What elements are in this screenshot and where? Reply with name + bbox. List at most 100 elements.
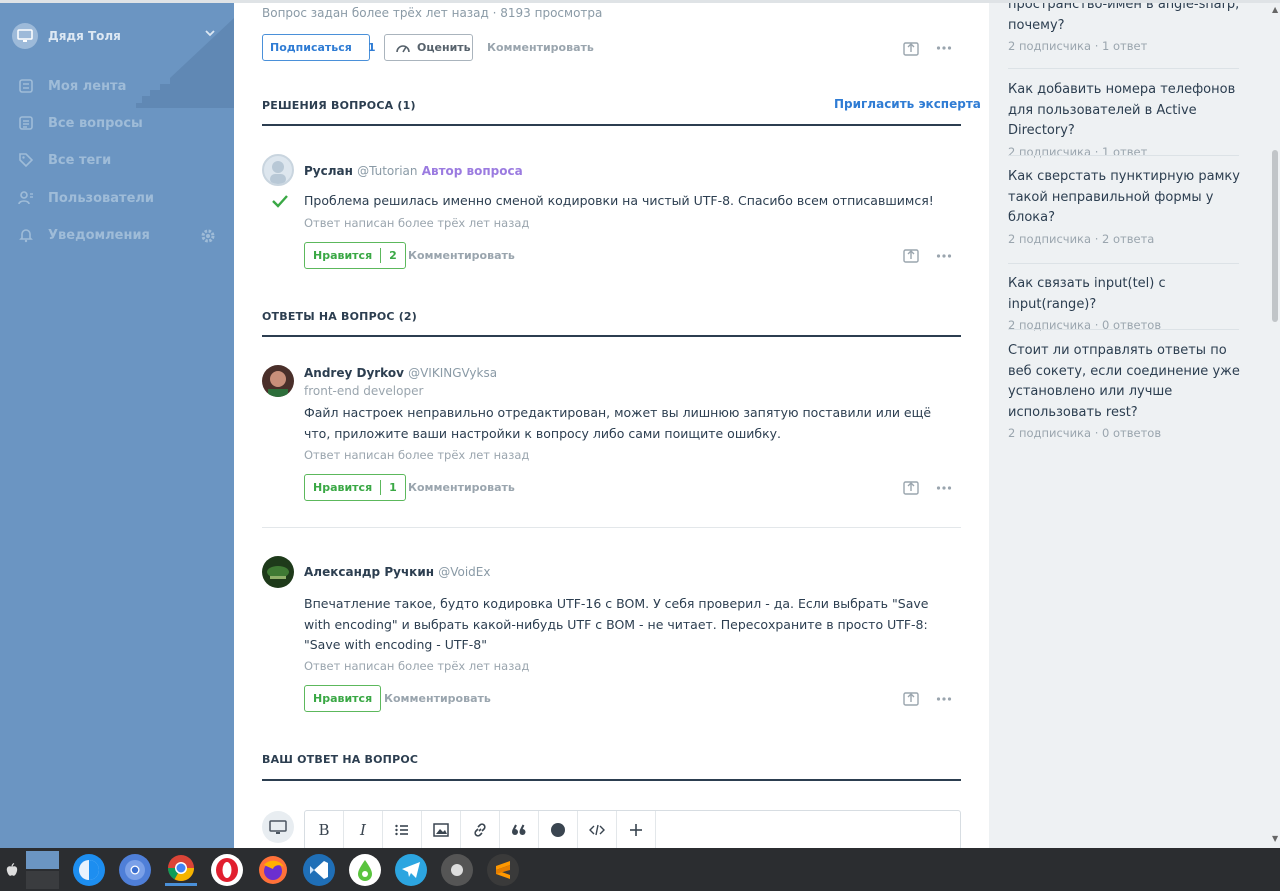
sidebar-item-users[interactable]: Пользователи bbox=[18, 190, 154, 206]
bold-button[interactable]: B bbox=[305, 811, 344, 848]
avatar bbox=[12, 23, 38, 49]
like-button[interactable]: Нравится 2 bbox=[304, 242, 406, 269]
author-name[interactable]: Руслан bbox=[304, 164, 353, 178]
chevron-down-icon[interactable] bbox=[204, 27, 216, 39]
scroll-down-arrow[interactable]: ▼ bbox=[1272, 834, 1278, 843]
code-button[interactable] bbox=[578, 811, 617, 848]
sidebar-item-label: Все вопросы bbox=[48, 115, 143, 131]
editor-toolbar: B I bbox=[304, 810, 961, 848]
author-nick[interactable]: @VoidEx bbox=[438, 565, 490, 579]
answer-time: Ответ написан более трёх лет назад bbox=[304, 659, 530, 673]
code-icon bbox=[589, 824, 605, 836]
apple-icon[interactable] bbox=[6, 862, 18, 877]
more-icon[interactable] bbox=[936, 691, 952, 707]
related-question[interactable]: Как связать input(tel) с input(range)? 2… bbox=[1008, 274, 1248, 332]
divider bbox=[1008, 263, 1239, 264]
app-green-icon[interactable] bbox=[349, 853, 381, 886]
stairs-decoration bbox=[136, 18, 234, 108]
user-name: Дядя Толя bbox=[48, 29, 121, 43]
avatar[interactable] bbox=[262, 365, 294, 397]
comment-link[interactable]: Комментировать bbox=[408, 249, 515, 262]
desktop-switcher-icon[interactable] bbox=[26, 850, 59, 889]
sidebar-item-feed[interactable]: Моя лента bbox=[18, 78, 126, 94]
feed-icon bbox=[19, 79, 33, 93]
section-divider bbox=[262, 124, 961, 126]
italic-button[interactable]: I bbox=[344, 811, 383, 848]
related-question-title[interactable]: пространство-имен в angle-sharp, почему? bbox=[1008, 3, 1248, 36]
comment-link[interactable]: Комментировать bbox=[384, 692, 491, 705]
author-name[interactable]: Andrey Dyrkov bbox=[304, 366, 404, 380]
invite-expert-link[interactable]: Пригласить эксперта bbox=[834, 97, 981, 111]
related-question[interactable]: пространство-имен в angle-sharp, почему?… bbox=[1008, 3, 1248, 53]
answer-author: Александр Ручкин @VoidEx bbox=[304, 565, 490, 579]
solution-time: Ответ написан более трёх лет назад bbox=[304, 216, 530, 230]
finder-icon[interactable] bbox=[73, 853, 105, 886]
answers-title: ОТВЕТЫ НА ВОПРОС (2) bbox=[262, 310, 417, 323]
avatar[interactable] bbox=[262, 154, 294, 186]
share-icon[interactable] bbox=[903, 690, 919, 706]
image-button[interactable] bbox=[422, 811, 461, 848]
rate-button[interactable]: Оценить bbox=[384, 34, 473, 61]
like-button[interactable]: Нравится 1 bbox=[304, 474, 406, 501]
author-nick[interactable]: @Tutorian bbox=[357, 164, 417, 178]
quote-button[interactable] bbox=[500, 811, 539, 848]
comment-question-link[interactable]: Комментировать bbox=[487, 41, 594, 54]
related-question[interactable]: Как добавить номера телефонов для пользо… bbox=[1008, 80, 1248, 159]
vscode-icon[interactable] bbox=[303, 853, 335, 886]
bold-icon: B bbox=[318, 821, 330, 839]
spoiler-button[interactable] bbox=[539, 811, 578, 848]
related-question-title[interactable]: Как связать input(tel) с input(range)? bbox=[1008, 274, 1248, 315]
user-menu[interactable]: Дядя Толя bbox=[12, 23, 121, 49]
gear-icon[interactable] bbox=[200, 228, 216, 244]
author-role: front-end developer bbox=[304, 384, 424, 398]
solution-text: Проблема решилась именно сменой кодировк… bbox=[304, 193, 934, 208]
chrome-icon[interactable] bbox=[165, 854, 197, 886]
opera-icon[interactable] bbox=[211, 853, 243, 886]
desktop-thumb bbox=[26, 850, 59, 869]
chromium-icon[interactable] bbox=[119, 853, 151, 886]
firefox-icon[interactable] bbox=[257, 854, 289, 886]
opera-icon-glyph bbox=[216, 857, 238, 882]
list-button[interactable] bbox=[383, 811, 422, 848]
sidebar-item-questions[interactable]: Все вопросы bbox=[18, 115, 143, 131]
related-question[interactable]: Как сверстать пунктирную рамку такой неп… bbox=[1008, 167, 1248, 246]
plus-icon bbox=[630, 824, 642, 836]
more-icon[interactable] bbox=[936, 248, 952, 264]
related-question-title[interactable]: Стоит ли отправлять ответы по веб сокету… bbox=[1008, 341, 1248, 423]
author-name[interactable]: Александр Ручкин bbox=[304, 565, 434, 579]
link-icon bbox=[474, 823, 486, 837]
link-button[interactable] bbox=[461, 811, 500, 848]
list-icon bbox=[395, 824, 408, 836]
share-icon[interactable] bbox=[903, 479, 919, 495]
sidebar-item-tags[interactable]: Все теги bbox=[18, 152, 111, 168]
more-icon[interactable] bbox=[936, 40, 952, 56]
quote-icon bbox=[512, 824, 526, 835]
share-icon[interactable] bbox=[903, 247, 919, 263]
app-gray-icon[interactable] bbox=[441, 853, 473, 886]
more-icon[interactable] bbox=[936, 480, 952, 496]
comment-link[interactable]: Комментировать bbox=[408, 481, 515, 494]
avatar[interactable] bbox=[262, 556, 294, 588]
author-nick[interactable]: @VIKINGVyksa bbox=[408, 366, 497, 380]
related-question[interactable]: Стоит ли отправлять ответы по веб сокету… bbox=[1008, 341, 1248, 440]
related-question-title[interactable]: Как сверстать пунктирную рамку такой неп… bbox=[1008, 167, 1248, 229]
sidebar-item-notifications[interactable]: Уведомления bbox=[18, 227, 150, 243]
like-label: Нравится bbox=[313, 692, 373, 705]
subscribe-count: 1 bbox=[367, 41, 376, 54]
answer-author: Andrey Dyrkov @VIKINGVyksa bbox=[304, 366, 497, 380]
sublime-icon[interactable] bbox=[487, 853, 519, 886]
like-label: Нравится bbox=[313, 249, 373, 262]
sidebar-item-label: Уведомления bbox=[48, 227, 150, 243]
more-tools-button[interactable] bbox=[617, 811, 656, 848]
scrollbar-thumb[interactable] bbox=[1272, 150, 1278, 322]
main-content: Вопрос задан более трёх лет назад · 8193… bbox=[234, 3, 989, 848]
bell-icon bbox=[19, 229, 33, 243]
sidebar-item-label: Пользователи bbox=[48, 190, 155, 206]
share-icon[interactable] bbox=[903, 40, 919, 56]
like-button[interactable]: Нравится bbox=[304, 685, 382, 712]
telegram-icon[interactable] bbox=[395, 853, 427, 886]
avatar-image bbox=[270, 161, 286, 184]
related-question-title[interactable]: Как добавить номера телефонов для пользо… bbox=[1008, 80, 1248, 142]
scroll-up-arrow[interactable]: ▲ bbox=[1272, 5, 1278, 14]
subscribe-button[interactable]: Подписаться 1 bbox=[262, 34, 375, 61]
